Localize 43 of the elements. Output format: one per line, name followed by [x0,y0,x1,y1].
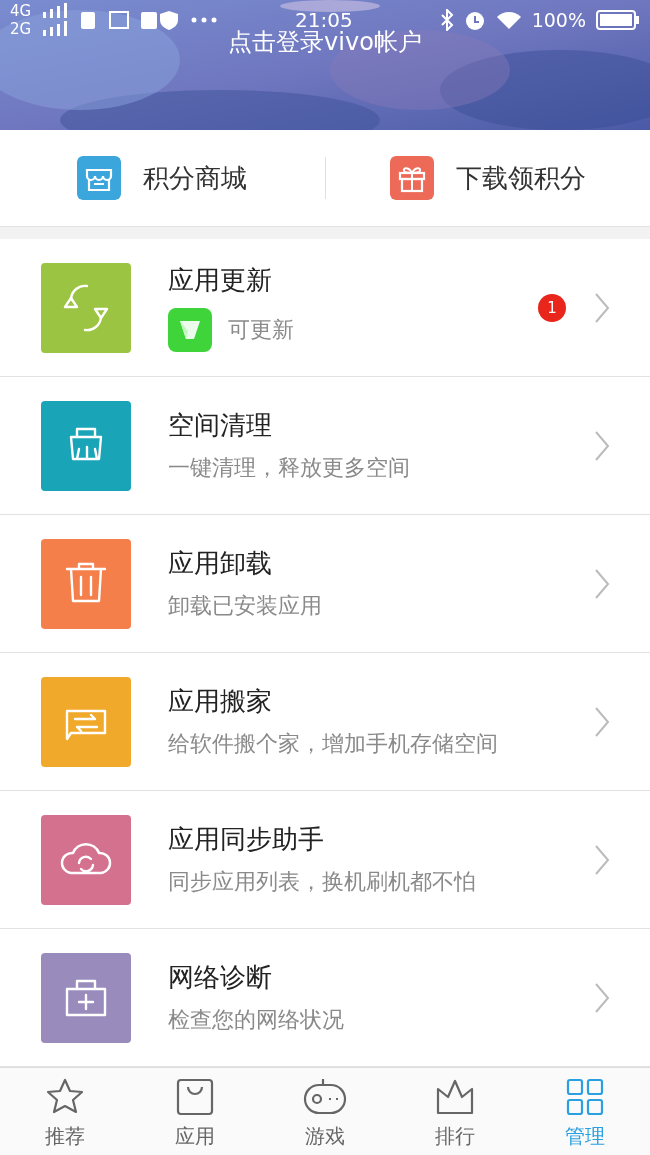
tool-row[interactable]: 应用更新 可更新 1 [0,239,650,377]
tool-row[interactable]: 网络诊断 检查您的网络状况 [0,929,650,1067]
tool-row[interactable]: 空间清理 一键清理，释放更多空间 [0,377,650,515]
tool-title: 应用卸载 [168,547,273,580]
tool-title: 应用搬家 [168,685,273,718]
chevron-right-icon [594,843,610,876]
count-badge: 1 [538,293,566,322]
tool-subtitle: 同步应用列表，换机刷机都不怕 [168,868,476,896]
tool-subtitle: 给软件搬个家，增加手机存储空间 [168,730,498,758]
more-icon [191,17,218,23]
tab[interactable]: 排行 [390,1068,520,1155]
gamepad-icon [303,1076,347,1117]
bluetooth-icon [439,9,454,31]
alarm-icon [463,9,486,31]
chevron-right-icon [594,981,610,1014]
grid-icon [565,1076,605,1117]
chevron-right-icon [594,291,610,324]
tab[interactable]: 推荐 [0,1068,130,1155]
tool-title: 网络诊断 [168,961,273,994]
tab[interactable]: 游戏 [260,1068,390,1155]
chevron-right-icon [594,567,610,600]
wifi-icon [495,10,522,30]
tool-title: 应用更新 [168,264,273,297]
tool-title: 空间清理 [168,409,273,442]
battery-level: 100% [531,9,586,31]
tool-row[interactable]: 应用卸载 卸载已安装应用 [0,515,650,653]
tool-subtitle: 检查您的网络状况 [168,1006,344,1034]
app-icon [168,308,212,352]
tool-row[interactable]: 应用同步助手 同步应用列表，换机刷机都不怕 [0,791,650,929]
network-label: 4G [10,2,32,20]
chevron-right-icon [594,429,610,462]
tab[interactable]: 应用 [130,1068,260,1155]
shortcut-button[interactable]: 下载领积分 [325,148,650,208]
tool-row[interactable]: 应用搬家 给软件搬个家，增加手机存储空间 [0,653,650,791]
shortcut-button[interactable]: 积分商城 [0,148,325,208]
tool-subtitle: 可更新 [228,316,294,344]
tool-subtitle: 一键清理，释放更多空间 [168,454,410,482]
bag-icon [175,1076,215,1117]
tool-title: 应用同步助手 [168,823,325,856]
chevron-right-icon [594,705,610,738]
battery-icon [596,10,640,30]
tool-subtitle: 卸载已安装应用 [168,592,322,620]
network-label: 2G [10,20,32,38]
